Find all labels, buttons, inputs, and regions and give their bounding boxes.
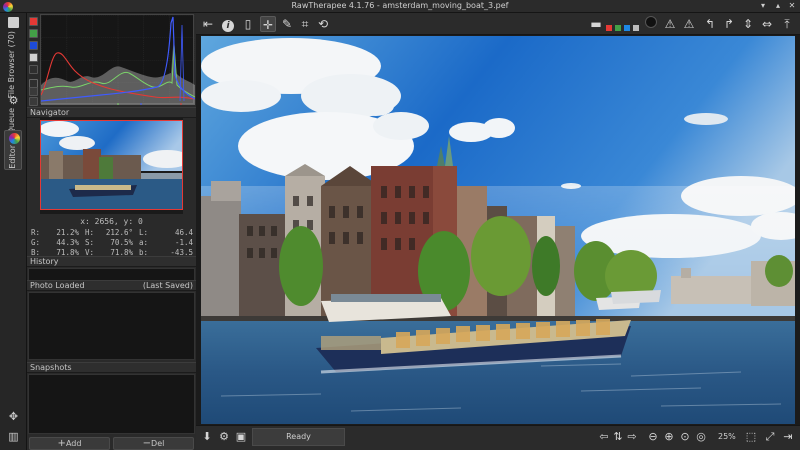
snapshots-list[interactable] (28, 374, 195, 434)
background-color-icon[interactable]: ▬ (588, 16, 604, 32)
readout-row: G: 44.3% S: 70.5% a: -1.4 (31, 238, 193, 247)
previous-image-icon[interactable]: ⇦ (597, 430, 611, 444)
next-image-icon[interactable]: ⇨ (625, 430, 639, 444)
histogram (40, 14, 196, 105)
title-bar: RawTherapee 4.1.76 - amsterdam_moving_bo… (0, 0, 800, 13)
shadow-clipping-warning-icon[interactable]: ⚠ (662, 16, 678, 32)
rotate-right-icon[interactable]: ↱ (721, 16, 737, 32)
film-strip-icon[interactable]: ▥ (7, 430, 20, 443)
zoom-level: 25% (718, 432, 736, 441)
blue-channel-indicator[interactable] (624, 25, 630, 31)
hide-right-panel-icon[interactable]: ⇥ (781, 430, 795, 444)
preview-image[interactable] (201, 36, 795, 424)
vertical-tab-strip: File Browser (70) ⚙ Queue Editor ✥ ▥ (0, 13, 27, 450)
histogram-red-toggle[interactable] (29, 17, 38, 26)
color-readout: R: 21.2% H: 212.6° L: 46.4 G: 44.3% S: 70.5% … (31, 228, 193, 258)
tab-editor-label: Editor (8, 145, 17, 169)
hide-left-panel-icon[interactable]: ⇤ (200, 16, 216, 32)
history-col-photo[interactable]: Photo Loaded (30, 281, 85, 290)
history-header[interactable]: History (27, 256, 196, 267)
histogram-blue-toggle[interactable] (29, 41, 38, 50)
delete-snapshot-button[interactable]: −Del (113, 437, 194, 450)
fullscreen-icon[interactable]: ⤢ (763, 430, 777, 444)
image-preview-area[interactable] (196, 35, 800, 425)
pointer-coordinates: x: 2656, y: 0 (80, 217, 143, 226)
green-channel-indicator[interactable] (615, 25, 621, 31)
hand-tool-icon[interactable]: ✛ (260, 16, 276, 32)
maximize-icon[interactable]: ▴ (773, 1, 783, 11)
hide-top-panel-icon[interactable]: ⤒ (779, 16, 795, 32)
readout-row: R: 21.2% H: 212.6° L: 46.4 (31, 228, 193, 237)
zoom-fit-icon[interactable]: ⊙ (678, 430, 692, 444)
info-icon[interactable]: i (220, 16, 236, 32)
flip-horizontal-icon[interactable]: ⇔ (759, 16, 775, 32)
window-title: RawTherapee 4.1.76 - amsterdam_moving_bo… (291, 1, 509, 10)
rotate-left-icon[interactable]: ↰ (702, 16, 718, 32)
histogram-bar-toggle[interactable] (29, 87, 38, 96)
straighten-icon[interactable]: ⟲ (315, 16, 331, 32)
tab-editor[interactable]: Editor (4, 130, 22, 170)
save-image-icon[interactable]: ⬇ (200, 430, 214, 444)
snapshots-header[interactable]: Snapshots (27, 362, 196, 373)
histogram-graph (40, 15, 196, 105)
histogram-luminance-toggle[interactable] (29, 53, 38, 62)
histogram-chroma-toggle[interactable] (29, 65, 38, 74)
tab-file-browser[interactable]: File Browser (70) (4, 15, 22, 99)
red-channel-indicator[interactable] (606, 25, 612, 31)
histogram-toggles (27, 13, 40, 106)
history-list-header: Photo Loaded (Last Saved) (27, 280, 196, 291)
histogram-green-toggle[interactable] (29, 29, 38, 38)
new-detail-window-icon[interactable]: ⬚ (744, 430, 758, 444)
add-snapshot-button[interactable]: +Add (29, 437, 110, 450)
before-after-icon[interactable]: ▯ (240, 16, 256, 32)
zoom-in-icon[interactable]: ⊕ (662, 430, 676, 444)
send-to-queue-icon[interactable]: ⚙ (217, 430, 231, 444)
crop-icon[interactable]: ⌗ (297, 16, 313, 32)
close-icon[interactable]: ✕ (787, 1, 797, 11)
minus-icon: − (142, 438, 152, 449)
white-balance-picker-icon[interactable]: ✎ (279, 16, 295, 32)
gears-icon: ⚙ (8, 94, 19, 107)
flip-vertical-icon[interactable]: ⇕ (740, 16, 756, 32)
zoom-out-icon[interactable]: ⊖ (646, 430, 660, 444)
status-bar: ⬇ ⚙ ▣ Ready ⇦ ⇅ ⇨ ⊖ ⊕ ⊙ ◎ 25% ⬚ ⤢ ⇥ (196, 425, 800, 450)
minimize-icon[interactable]: ▾ (758, 1, 768, 11)
external-editor-icon[interactable]: ▣ (234, 430, 248, 444)
navigator-preview[interactable] (40, 118, 183, 214)
main-toolbar: ⇤ i ▯ ✛ ✎ ⌗ ⟲ ▬ ⚠ ⚠ ↰ ↱ ⇕ ⇔ ⤒ (196, 13, 800, 35)
navigator-thumbnail[interactable] (40, 120, 183, 210)
progress-status: Ready (252, 428, 345, 446)
move-icon[interactable]: ✥ (7, 410, 20, 423)
folder-icon (8, 17, 19, 28)
left-panel: Navigator x: 2656, y: 0 R: 21.2% H: 212.… (27, 13, 196, 450)
plus-icon: + (57, 438, 66, 449)
luminance-channel-indicator[interactable] (633, 25, 639, 31)
history-col-saved[interactable]: (Last Saved) (143, 281, 193, 290)
navigator-header[interactable]: Navigator (27, 107, 196, 118)
history-list[interactable] (28, 292, 195, 360)
zoom-100-icon[interactable]: ◎ (694, 430, 708, 444)
sync-image-icon[interactable]: ⇅ (611, 430, 625, 444)
histogram-full-toggle[interactable] (29, 97, 38, 106)
highlight-clipping-warning-icon[interactable]: ⚠ (681, 16, 697, 32)
tab-file-browser-label: File Browser (70) (7, 31, 16, 99)
color-wheel-icon (9, 133, 20, 144)
focus-mask-icon[interactable] (643, 16, 659, 32)
